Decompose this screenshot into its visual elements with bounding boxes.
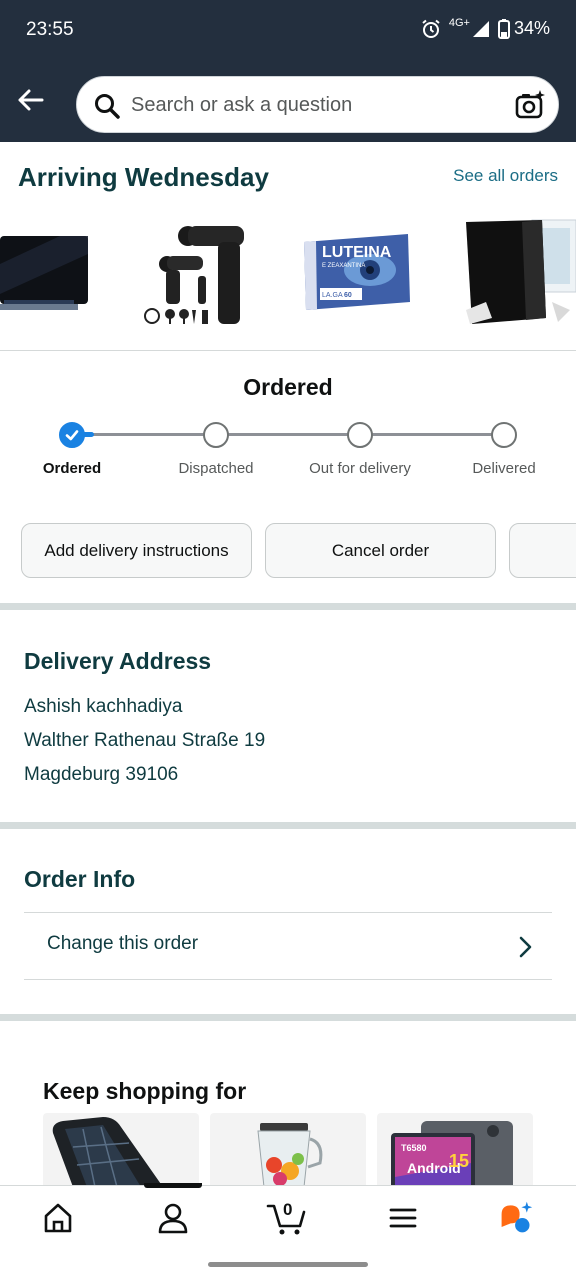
step-label-ordered: Ordered (42, 460, 102, 477)
back-arrow-icon[interactable] (14, 84, 46, 116)
search-input[interactable] (131, 90, 501, 120)
delivery-address-title: Delivery Address (24, 648, 212, 674)
change-order-label: Change this order (47, 933, 199, 954)
chevron-right-icon (519, 936, 532, 958)
battery-icon (497, 18, 510, 39)
signal-icon (472, 20, 489, 37)
step-delivered-dot (491, 422, 517, 448)
blender-image (257, 1123, 323, 1187)
product-image-window-blackout-blind[interactable] (462, 214, 576, 332)
section-divider (0, 603, 576, 610)
cart-button[interactable]: 0 (266, 1200, 308, 1236)
arriving-title: Arriving Wednesday (18, 162, 269, 192)
search-header (0, 60, 576, 142)
keep-shopping-card-solar-power-bank[interactable] (43, 1113, 199, 1187)
change-order-row[interactable]: Change this order (24, 912, 552, 980)
keep-shopping-card-blender[interactable] (210, 1113, 366, 1187)
battery-level: 34% (513, 18, 550, 38)
see-all-orders-link[interactable]: See all orders (453, 166, 558, 186)
luteina-box-count: 60 (344, 292, 352, 299)
address-city: Magdeburg 39106 (24, 764, 179, 785)
camera-sparkle-icon[interactable] (514, 89, 546, 121)
step-label-dispatched: Dispatched (178, 460, 254, 477)
section-divider (0, 1014, 576, 1021)
order-actions-carousel[interactable]: Add delivery instructions Cancel order (0, 523, 576, 579)
step-ordered-dot (59, 422, 85, 448)
cart-count-badge: 0 (283, 1200, 293, 1219)
search-icon (95, 94, 120, 119)
gesture-navigation-bar[interactable] (208, 1262, 368, 1267)
search-bar[interactable] (76, 76, 559, 133)
active-tab-indicator (144, 1183, 202, 1188)
progress-track (72, 433, 504, 436)
step-out-for-delivery-dot (347, 422, 373, 448)
account-icon[interactable] (155, 1200, 191, 1236)
address-street: Walther Rathenau Straße 19 (24, 730, 266, 751)
status-time: 23:55 (26, 19, 74, 40)
checkmark-icon (65, 430, 79, 441)
section-divider (0, 822, 576, 829)
luteina-box-title: LUTEINA (322, 244, 392, 261)
product-image-luteina-supplement[interactable]: LUTEINA E ZEAXANTINA LA.GA 60 (302, 214, 414, 332)
luteina-box-subtitle: E ZEAXANTINA (322, 263, 365, 269)
order-info-title: Order Info (24, 866, 136, 892)
status-icons: 4G+ 34% (421, 16, 550, 39)
solar-power-bank-image (52, 1117, 163, 1187)
alarm-icon (422, 19, 440, 38)
step-label-out-for-delivery: Out for delivery (309, 460, 411, 477)
section-divider (0, 350, 576, 351)
rufus-ai-icon[interactable] (498, 1200, 534, 1236)
product-image-massage-gun[interactable] (140, 214, 250, 332)
keep-shopping-card-android-tablet[interactable]: T6580 Android 15 (377, 1113, 533, 1187)
android-tablet-image: T6580 Android 15 (391, 1121, 513, 1187)
network-indicator: 4G+ (448, 16, 470, 29)
tablet-model-label: T6580 (401, 1143, 427, 1153)
more-actions-button[interactable] (509, 523, 576, 578)
menu-icon[interactable] (385, 1200, 421, 1236)
tablet-version-label: 15 (449, 1151, 469, 1171)
step-label-delivered: Delivered (472, 460, 536, 477)
status-bar: 23:55 4G+ 34% (0, 0, 576, 60)
product-image-privacy-screen[interactable] (0, 214, 92, 332)
address-name: Ashish kachhadiya (24, 696, 183, 717)
home-icon[interactable] (40, 1200, 76, 1236)
shipment-status-heading: Ordered (243, 374, 333, 400)
bottom-navigation: 0 (0, 1183, 576, 1280)
keep-shopping-title: Keep shopping for (43, 1078, 247, 1104)
luteina-box-brand: LA.GA (322, 292, 343, 299)
add-delivery-instructions-button[interactable]: Add delivery instructions (21, 523, 252, 578)
arriving-products-carousel[interactable]: LUTEINA E ZEAXANTINA LA.GA 60 (0, 214, 576, 334)
step-dispatched-dot (203, 422, 229, 448)
cancel-order-button[interactable]: Cancel order (265, 523, 496, 578)
